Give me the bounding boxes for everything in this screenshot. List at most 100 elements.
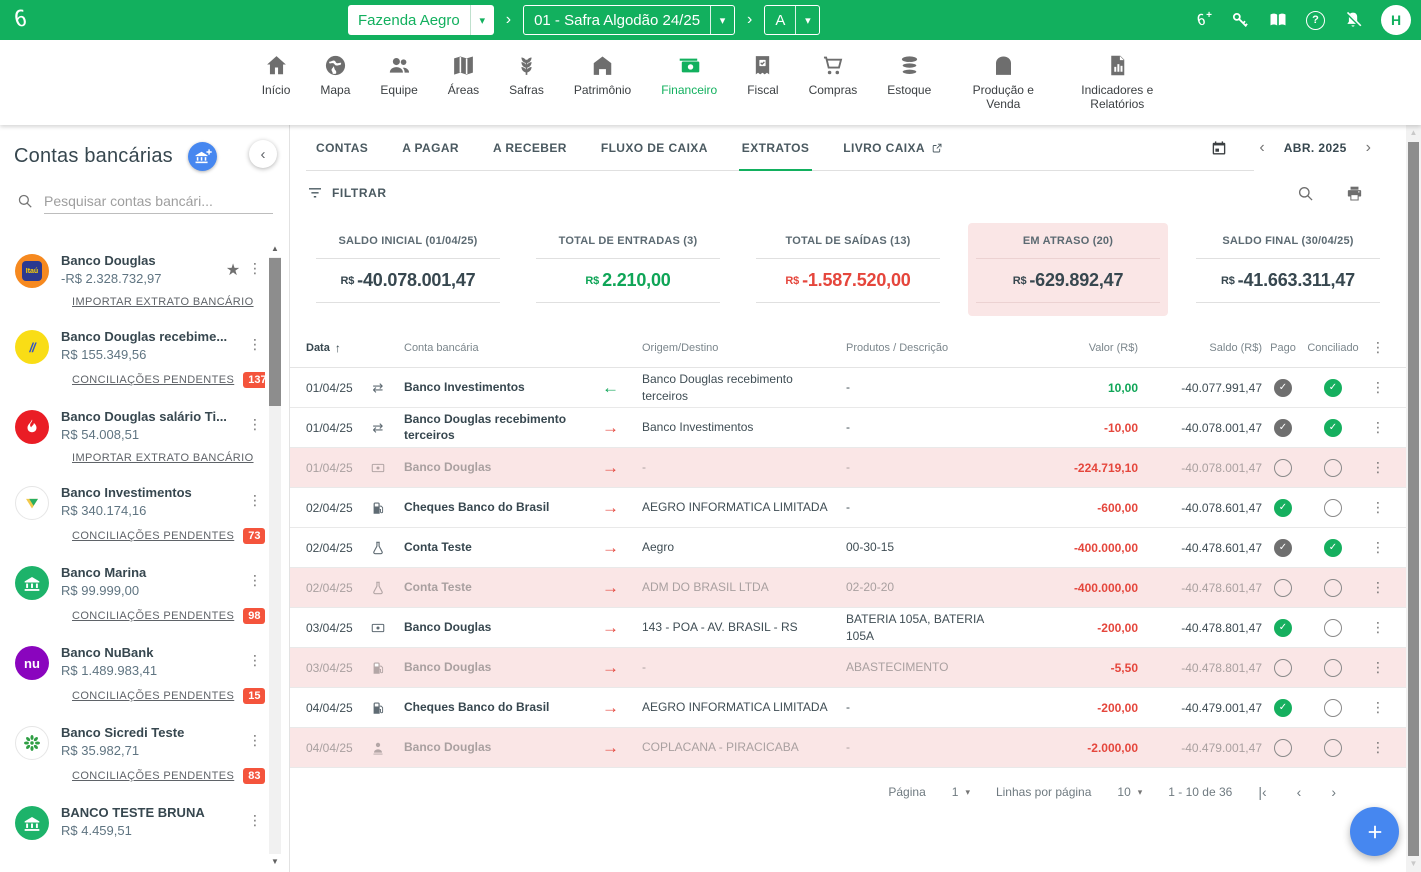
- scrollbar-thumb[interactable]: [269, 258, 281, 406]
- previous-month-icon[interactable]: ‹: [1254, 139, 1269, 157]
- notifications-off-icon[interactable]: [1343, 10, 1363, 30]
- nav-item-mapa[interactable]: Mapa: [320, 53, 350, 125]
- farm-selector[interactable]: Fazenda Aegro ▾: [348, 5, 494, 35]
- bank-account-item[interactable]: nuBanco NuBankR$ 1.489.983,41⋮CONCILIAÇÕ…: [13, 635, 265, 704]
- paid-check-icon[interactable]: ✓: [1274, 499, 1292, 517]
- paid-check-icon[interactable]: [1274, 659, 1292, 677]
- nav-item-indicadores-e-relatorios[interactable]: Indicadores e Relatórios: [1075, 53, 1159, 125]
- row-menu-icon[interactable]: ⋮: [1362, 739, 1394, 756]
- chevron-down-icon[interactable]: ▾: [710, 6, 734, 34]
- reconciled-check-icon[interactable]: [1324, 459, 1342, 477]
- transaction-row[interactable]: 03/04/25Banco Douglas→-ABASTECIMENTO-5,5…: [290, 648, 1406, 688]
- summary-card[interactable]: TOTAL DE SAÍDAS (13)R$-1.587.520,00: [748, 223, 948, 316]
- transaction-row[interactable]: 01/04/25⇄Banco Douglas recebimento terce…: [290, 408, 1406, 448]
- bank-account-item[interactable]: ItaúBanco Douglas-R$ 2.328.732,97★⋮IMPOR…: [13, 243, 265, 308]
- tab-a-receber[interactable]: A RECEBER: [493, 125, 567, 171]
- scroll-down-icon[interactable]: ▼: [1406, 857, 1421, 871]
- print-icon[interactable]: [1345, 184, 1364, 203]
- calendar-icon[interactable]: [1210, 139, 1228, 157]
- reconciled-check-icon[interactable]: ✓: [1324, 419, 1342, 437]
- reconciled-check-icon[interactable]: [1324, 659, 1342, 677]
- summary-card[interactable]: SALDO INICIAL (01/04/25)R$-40.078.001,47: [308, 223, 508, 316]
- sidebar-scrollbar[interactable]: ▲ ▼: [268, 243, 282, 868]
- row-menu-icon[interactable]: ⋮: [1362, 579, 1394, 596]
- reconciled-check-icon[interactable]: [1324, 619, 1342, 637]
- paid-check-icon[interactable]: [1274, 579, 1292, 597]
- next-month-icon[interactable]: ›: [1361, 139, 1376, 157]
- row-menu-icon[interactable]: ⋮: [1362, 459, 1394, 476]
- bank-account-item[interactable]: Banco Sicredi TesteR$ 35.982,71⋮CONCILIA…: [13, 715, 265, 784]
- nav-item-estoque[interactable]: Estoque: [887, 53, 931, 125]
- tab-fluxo-de-caixa[interactable]: FLUXO DE CAIXA: [601, 125, 708, 171]
- transaction-row[interactable]: 04/04/25Cheques Banco do Brasil→AEGRO IN…: [290, 688, 1406, 728]
- add-transaction-fab[interactable]: [1350, 807, 1399, 856]
- first-page-icon[interactable]: |‹: [1258, 784, 1266, 800]
- bank-account-item[interactable]: Banco InvestimentosR$ 340.174,16⋮CONCILI…: [13, 475, 265, 544]
- scrollbar-thumb[interactable]: [1408, 142, 1419, 856]
- transaction-row[interactable]: 01/04/25⇄Banco Investimentos←Banco Dougl…: [290, 368, 1406, 408]
- bank-account-item[interactable]: BANCO TESTE BRUNAR$ 4.459,51⋮: [13, 795, 265, 840]
- kebab-menu-icon[interactable]: ⋮: [245, 652, 265, 669]
- kebab-menu-icon[interactable]: ⋮: [245, 732, 265, 749]
- user-avatar[interactable]: H: [1381, 5, 1411, 35]
- summary-card[interactable]: EM ATRASO (20)R$-629.892,47: [968, 223, 1168, 316]
- account-action-link[interactable]: IMPORTAR EXTRATO BANCÁRIO: [72, 452, 254, 464]
- paid-check-icon[interactable]: [1274, 739, 1292, 757]
- nav-item-compras[interactable]: Compras: [809, 53, 858, 125]
- next-page-icon[interactable]: ›: [1331, 784, 1336, 800]
- kebab-menu-icon[interactable]: ⋮: [245, 416, 265, 433]
- page-select[interactable]: 1 ▾: [952, 785, 970, 799]
- row-menu-icon[interactable]: ⋮: [1362, 619, 1394, 636]
- collapse-sidebar-button[interactable]: ‹: [249, 140, 277, 168]
- help-icon[interactable]: ?: [1306, 11, 1325, 30]
- paid-check-icon[interactable]: ✓: [1274, 539, 1292, 557]
- nav-item-safras[interactable]: Safras: [509, 53, 544, 125]
- key-icon[interactable]: [1230, 10, 1250, 30]
- bank-account-item[interactable]: Banco Douglas salário Ti...R$ 54.008,51⋮…: [13, 399, 265, 464]
- row-menu-icon[interactable]: ⋮: [1362, 539, 1394, 556]
- search-accounts-input[interactable]: [44, 189, 273, 214]
- account-action-link[interactable]: CONCILIAÇÕES PENDENTES: [72, 610, 234, 622]
- columns-menu-icon[interactable]: ⋮: [1362, 339, 1394, 356]
- aegro-logo-icon[interactable]: ∂: [14, 3, 27, 32]
- scroll-up-icon[interactable]: ▲: [1406, 126, 1421, 140]
- tab-extratos[interactable]: EXTRATOS: [742, 125, 809, 171]
- summary-card[interactable]: SALDO FINAL (30/04/25)R$-41.663.311,47: [1188, 223, 1388, 316]
- nav-item-patrimonio[interactable]: Patrimônio: [574, 53, 631, 125]
- tab-livro-caixa[interactable]: LIVRO CAIXA: [843, 125, 943, 171]
- row-menu-icon[interactable]: ⋮: [1362, 419, 1394, 436]
- chevron-down-icon[interactable]: ▾: [795, 6, 819, 34]
- book-icon[interactable]: [1268, 10, 1288, 30]
- transaction-row[interactable]: 03/04/25Banco Douglas→143 - POA - AV. BR…: [290, 608, 1406, 648]
- scroll-down-icon[interactable]: ▼: [268, 856, 282, 868]
- kebab-menu-icon[interactable]: ⋮: [245, 812, 265, 829]
- main-scrollbar[interactable]: ▲ ▼: [1406, 125, 1421, 872]
- kebab-menu-icon[interactable]: ⋮: [245, 260, 265, 277]
- aegro-plus-icon[interactable]: ∂+: [1197, 10, 1212, 30]
- harvest-selector[interactable]: 01 - Safra Algodão 24/25 ▾: [523, 5, 735, 35]
- nav-item-producao-e-venda[interactable]: Produção e Venda: [961, 53, 1045, 125]
- search-table-icon[interactable]: [1296, 184, 1315, 203]
- paid-check-icon[interactable]: ✓: [1274, 419, 1292, 437]
- account-action-link[interactable]: CONCILIAÇÕES PENDENTES: [72, 770, 234, 782]
- add-bank-account-button[interactable]: [188, 142, 217, 171]
- plot-selector[interactable]: A ▾: [764, 5, 820, 35]
- row-menu-icon[interactable]: ⋮: [1362, 379, 1394, 396]
- nav-item-areas[interactable]: Áreas: [448, 53, 479, 125]
- reconciled-check-icon[interactable]: ✓: [1324, 379, 1342, 397]
- tab-contas[interactable]: CONTAS: [316, 125, 368, 171]
- row-menu-icon[interactable]: ⋮: [1362, 699, 1394, 716]
- bank-account-item[interactable]: Banco MarinaR$ 99.999,00⋮CONCILIAÇÕES PE…: [13, 555, 265, 624]
- transaction-row[interactable]: 02/04/25Conta Teste→ADM DO BRASIL LTDA02…: [290, 568, 1406, 608]
- transaction-row[interactable]: 02/04/25Conta Teste→Aegro00-30-15-400.00…: [290, 528, 1406, 568]
- column-header-data[interactable]: Data↑: [306, 341, 370, 355]
- previous-page-icon[interactable]: ‹: [1297, 784, 1302, 800]
- row-menu-icon[interactable]: ⋮: [1362, 659, 1394, 676]
- reconciled-check-icon[interactable]: [1324, 579, 1342, 597]
- nav-item-inicio[interactable]: Início: [262, 53, 291, 125]
- kebab-menu-icon[interactable]: ⋮: [245, 492, 265, 509]
- transaction-row[interactable]: 02/04/25Cheques Banco do Brasil→AEGRO IN…: [290, 488, 1406, 528]
- nav-item-fiscal[interactable]: Fiscal: [747, 53, 778, 125]
- reconciled-check-icon[interactable]: [1324, 499, 1342, 517]
- nav-item-equipe[interactable]: Equipe: [380, 53, 417, 125]
